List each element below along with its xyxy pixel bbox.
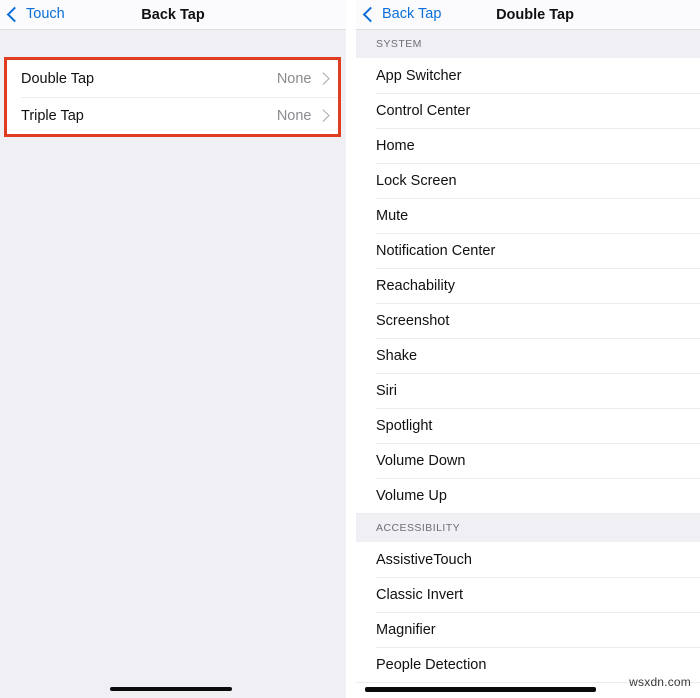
- section-header-system: SYSTEM: [356, 30, 700, 58]
- list-item[interactable]: Spotlight: [356, 408, 700, 443]
- list-item[interactable]: Shake: [356, 338, 700, 373]
- left-navigation-bar: Touch Back Tap: [0, 0, 346, 30]
- section-header-accessibility: ACCESSIBILITY: [356, 514, 700, 542]
- double-tap-row[interactable]: Double Tap None: [7, 60, 338, 97]
- triple-tap-value: None: [276, 107, 312, 124]
- dual-screenshot-container: Touch Back Tap Double Tap None Triple Ta…: [0, 0, 700, 698]
- system-action-group: App Switcher Control Center Home Lock Sc…: [356, 58, 700, 514]
- left-phone-screen: Touch Back Tap Double Tap None Triple Ta…: [0, 0, 346, 698]
- right-navigation-bar: Back Tap Double Tap: [356, 0, 700, 30]
- list-item[interactable]: Screenshot: [356, 303, 700, 338]
- right-phone-screen: Back Tap Double Tap SYSTEM App Switcher …: [356, 0, 700, 698]
- list-item[interactable]: Volume Up: [356, 478, 700, 513]
- back-to-touch-button[interactable]: Touch: [6, 6, 65, 23]
- list-item[interactable]: Control Center: [356, 93, 700, 128]
- list-item[interactable]: Magnifier: [356, 612, 700, 647]
- list-item[interactable]: Reachability: [356, 268, 700, 303]
- chevron-right-icon: [316, 72, 329, 85]
- accessibility-action-group: AssistiveTouch Classic Invert Magnifier …: [356, 542, 700, 683]
- double-tap-action-list: SYSTEM App Switcher Control Center Home …: [356, 30, 700, 698]
- watermark: wsxdn.com: [629, 675, 691, 689]
- back-tap-settings-card: Double Tap None Triple Tap None: [7, 60, 338, 134]
- list-item[interactable]: Mute: [356, 198, 700, 233]
- list-item[interactable]: Notification Center: [356, 233, 700, 268]
- list-item[interactable]: Classic Invert: [356, 577, 700, 612]
- list-item[interactable]: Home: [356, 128, 700, 163]
- list-item[interactable]: App Switcher: [356, 58, 700, 93]
- back-button-label: Touch: [26, 6, 65, 23]
- list-item[interactable]: Volume Down: [356, 443, 700, 478]
- screen-divider-gap: [346, 0, 356, 698]
- list-item[interactable]: Lock Screen: [356, 163, 700, 198]
- double-tap-label: Double Tap: [21, 70, 95, 87]
- chevron-right-icon: [316, 109, 329, 122]
- redaction-bar: [365, 687, 596, 692]
- home-indicator: [110, 687, 232, 691]
- list-item[interactable]: AssistiveTouch: [356, 542, 700, 577]
- double-tap-value: None: [276, 70, 312, 87]
- chevron-left-icon: [362, 6, 379, 23]
- chevron-left-icon: [6, 6, 23, 23]
- triple-tap-label: Triple Tap: [21, 107, 84, 124]
- back-button-label: Back Tap: [382, 6, 442, 23]
- back-to-back-tap-button[interactable]: Back Tap: [362, 6, 442, 23]
- list-item[interactable]: Siri: [356, 373, 700, 408]
- triple-tap-row[interactable]: Triple Tap None: [7, 97, 338, 134]
- left-screen-body: Double Tap None Triple Tap None: [0, 30, 346, 698]
